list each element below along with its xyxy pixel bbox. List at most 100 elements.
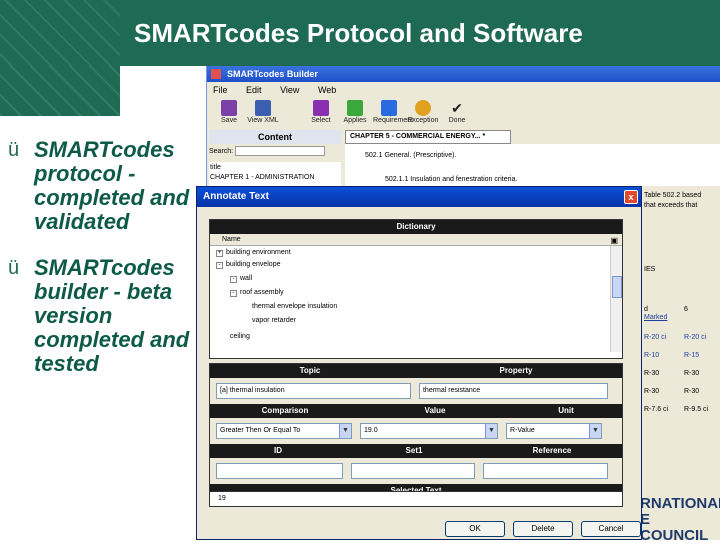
document-tab[interactable]: CHAPTER 5 - COMMERCIAL ENERGY... * <box>345 130 511 144</box>
done-button[interactable]: ✔ Done <box>441 98 473 124</box>
tree-label: title <box>210 164 221 171</box>
comparison-value-unit-row: Greater Then Or Equal To ▼ 19.0 ▼ R-Value ▼ <box>210 418 622 444</box>
cancel-button[interactable]: Cancel <box>581 521 641 537</box>
menu-view[interactable]: View <box>280 85 299 95</box>
id-set-reference-header: ID Set1 Reference <box>210 444 622 458</box>
dialog-titlebar[interactable]: Annotate Text x <box>197 187 641 207</box>
annotation-fields-panel: Topic Property [a] thermal insulation th… <box>209 363 623 503</box>
bullet-list: ü SMARTcodes protocol - completed and va… <box>8 138 198 398</box>
xml-icon <box>255 100 271 116</box>
chevron-down-icon[interactable]: ▼ <box>485 424 497 438</box>
side-text: R-30 <box>644 388 660 395</box>
tree-node[interactable]: ceiling <box>230 332 250 342</box>
save-icon <box>221 100 237 116</box>
side-text: R-30 <box>684 388 700 395</box>
menu-web[interactable]: Web <box>318 85 336 95</box>
bullet-item: ü SMARTcodes protocol - completed and va… <box>8 138 198 234</box>
topic-field[interactable]: [a] thermal insulation <box>216 383 411 399</box>
comparison-header: Comparison <box>261 406 309 415</box>
unit-header: Unit <box>558 406 574 415</box>
bullet-text: SMARTcodes builder - beta version comple… <box>34 255 190 376</box>
content-header: Content <box>209 130 341 144</box>
property-header: Property <box>499 366 533 375</box>
tree-node[interactable]: - wall <box>230 274 252 284</box>
dictionary-tree: + building environment - building envelope… <box>210 246 622 352</box>
tree-node[interactable]: + building environment <box>216 248 291 258</box>
ok-button[interactable]: OK <box>445 521 505 537</box>
topic-header: Topic <box>299 366 321 375</box>
slide-title: SMARTcodes Protocol and Software <box>122 0 720 66</box>
window-title: SMARTcodes Builder <box>227 69 318 79</box>
dictionary-header: Dictionary <box>210 220 622 234</box>
name-column-header[interactable]: Name ▣ <box>210 234 622 246</box>
title-band: SMARTcodes Protocol and Software <box>0 0 720 66</box>
reference-field[interactable] <box>482 463 608 479</box>
delete-button[interactable]: Delete <box>513 521 573 537</box>
truss-strip <box>0 66 120 116</box>
applies-button[interactable]: Applies <box>339 98 371 124</box>
side-text: R-20 ci <box>644 334 667 341</box>
doc-line: 502.1.1 Insulation and fenestration crit… <box>385 176 518 183</box>
scrollbar[interactable] <box>610 246 622 352</box>
chevron-down-icon[interactable]: ▼ <box>589 424 601 438</box>
scroll-thumb[interactable] <box>612 276 622 298</box>
set-header: Set1 <box>405 446 423 455</box>
bullet-text: SMARTcodes protocol - completed and vali… <box>34 137 190 234</box>
comparison-value-unit-header: Comparison Value Unit <box>210 404 622 418</box>
side-text: R-30 <box>684 370 700 377</box>
side-text: d <box>644 306 648 313</box>
side-text: R-10 <box>644 352 660 359</box>
set-field[interactable] <box>351 463 475 479</box>
side-text: Marked <box>644 314 668 321</box>
close-icon[interactable]: x <box>624 190 638 204</box>
id-field[interactable] <box>216 463 344 479</box>
tree-node[interactable]: - building envelope <box>216 260 281 270</box>
requirement-icon <box>381 100 397 116</box>
dialog-buttons: OK Delete Cancel <box>445 521 649 537</box>
window-titlebar[interactable]: SMARTcodes Builder <box>207 66 720 82</box>
table-fragment: Table 502.2 based that exceeds that IES … <box>640 186 720 486</box>
selected-text-field[interactable]: 19 <box>209 491 623 507</box>
tree-item[interactable]: CHAPTER 1 - ADMINISTRATION <box>210 173 340 183</box>
applies-icon <box>347 100 363 116</box>
chevron-down-icon[interactable]: ▼ <box>339 424 351 438</box>
search-label: Search: <box>209 147 234 155</box>
toolbar: Save View XML Select Applies Requirement… <box>207 98 720 130</box>
topic-property-header: Topic Property <box>210 364 622 378</box>
tree-node[interactable]: vapor retarder <box>252 316 296 326</box>
property-field[interactable]: thermal resistance <box>418 383 608 399</box>
council-logo: RNATIONAL E COUNCIL <box>640 495 720 544</box>
select-icon <box>313 100 329 116</box>
side-text: R-9.5 ci <box>684 406 709 413</box>
side-text: Table 502.2 based <box>644 192 702 199</box>
side-text: 6 <box>684 306 688 313</box>
content-tree: title CHAPTER 1 - ADMINISTRATION <box>209 162 341 186</box>
app-icon <box>211 69 221 79</box>
tree-node[interactable]: - roof assembly <box>230 288 284 298</box>
view-xml-button[interactable]: View XML <box>247 98 279 124</box>
menu-edit[interactable]: Edit <box>246 85 262 95</box>
value-header: Value <box>424 406 446 415</box>
id-header: ID <box>274 446 282 455</box>
side-text: IES <box>644 266 656 273</box>
side-text: R-7.6 ci <box>644 406 669 413</box>
exception-icon <box>415 100 431 116</box>
comparison-select[interactable]: Greater Then Or Equal To ▼ <box>216 423 352 439</box>
tree-node[interactable]: thermal envelope insulation <box>252 302 337 312</box>
dialog-title: Annotate Text <box>203 191 269 202</box>
truss-graphic <box>0 0 120 66</box>
unit-select[interactable]: R-Value ▼ <box>506 423 602 439</box>
dictionary-panel: Dictionary Name ▣ + building environment … <box>209 219 623 359</box>
id-set-reference-row <box>210 458 622 484</box>
requirement-button[interactable]: Requirement <box>373 98 413 124</box>
bullet-item: ü SMARTcodes builder - beta version comp… <box>8 256 198 376</box>
side-text: R-15 <box>684 352 700 359</box>
menu-file[interactable]: File <box>213 85 228 95</box>
select-button[interactable]: Select <box>305 98 337 124</box>
side-text: that exceeds that <box>644 202 698 209</box>
exception-button[interactable]: Exception <box>407 98 439 124</box>
search-input[interactable] <box>235 146 326 156</box>
save-button[interactable]: Save <box>213 98 245 124</box>
value-select[interactable]: 19.0 ▼ <box>360 423 498 439</box>
document-area: 502.1 General. (Prescriptive). 502.1.1 I… <box>345 144 720 186</box>
